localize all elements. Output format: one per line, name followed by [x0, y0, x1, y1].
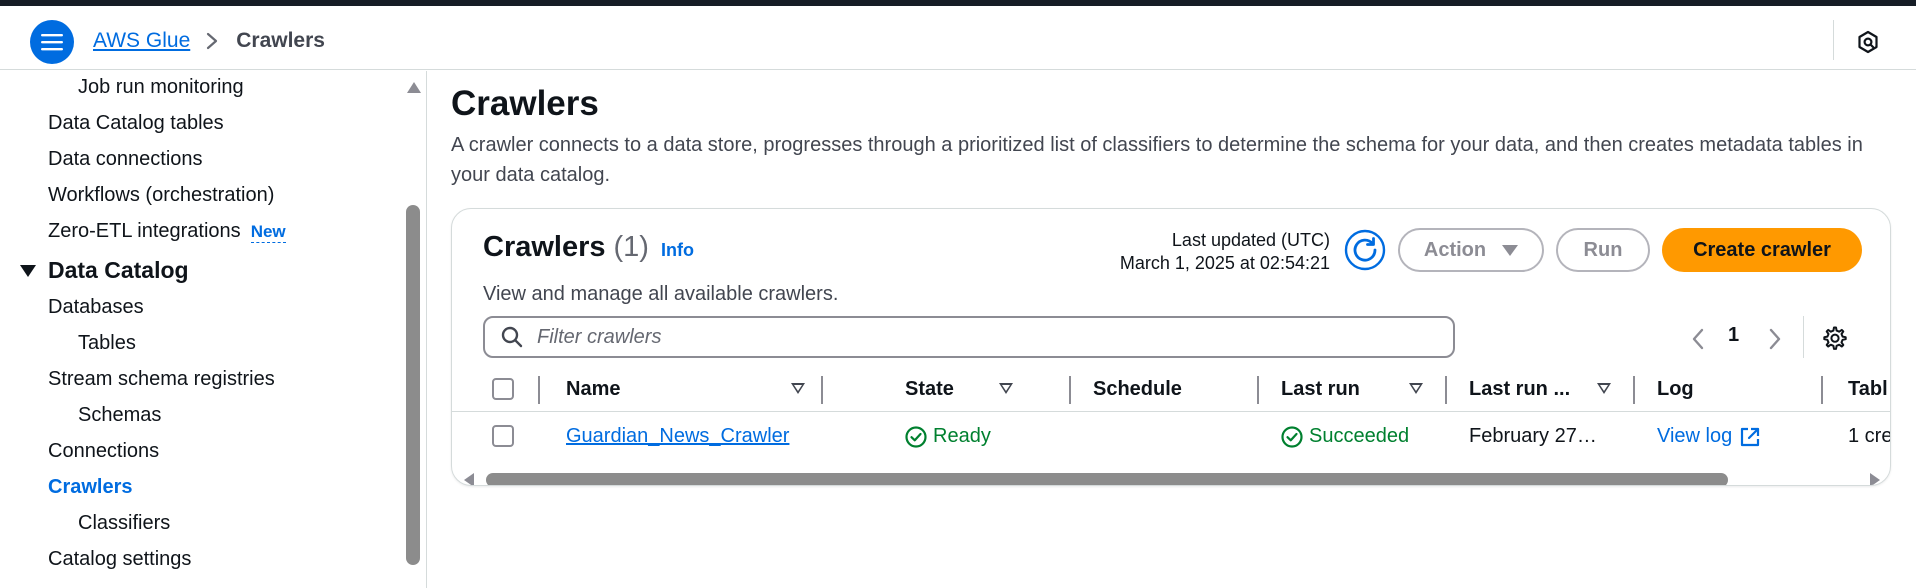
nav-item-databases[interactable]: Databases: [48, 296, 144, 319]
crawler-last-run-timestamp: February 27…: [1469, 425, 1597, 447]
filter-crawlers-input[interactable]: [537, 325, 1417, 349]
column-header-name[interactable]: Name: [566, 378, 620, 401]
refresh-button[interactable]: [1343, 228, 1387, 272]
sidebar-scroll-up-arrow[interactable]: [407, 82, 421, 93]
column-divider[interactable]: [1445, 376, 1447, 404]
nav-item-schemas[interactable]: Schemas: [78, 404, 161, 427]
header-divider: [1833, 20, 1834, 60]
crawlers-count: (1): [613, 231, 649, 263]
chevron-left-icon: [1692, 328, 1704, 350]
sort-icon[interactable]: [999, 383, 1013, 394]
breadcrumb-current: Crawlers: [236, 29, 325, 52]
caret-down-icon: [1502, 244, 1519, 256]
pagination-divider: [1803, 316, 1804, 358]
crawler-state: Ready: [905, 425, 991, 448]
nav-section-data-catalog[interactable]: Data Catalog: [20, 257, 189, 284]
success-check-icon: [905, 425, 927, 448]
nav-item-tables[interactable]: Tables: [78, 332, 136, 355]
chevron-right-icon: [206, 32, 218, 50]
nav-item-stream-schema-registries[interactable]: Stream schema registries: [48, 368, 275, 391]
hamburger-menu-icon: [41, 34, 63, 51]
external-link-icon: [1741, 427, 1760, 446]
page-description: A crawler connects to a data store, prog…: [451, 134, 1863, 186]
crawlers-description: View and manage all available crawlers.: [483, 283, 839, 305]
nav-item-zero-etl-integrations[interactable]: Zero-ETL integrations New: [48, 220, 286, 243]
table-preferences-button[interactable]: [1820, 324, 1848, 352]
column-header-log: Log: [1657, 378, 1694, 400]
side-navigation: Job run monitoring Data Catalog tables D…: [6, 71, 426, 588]
page-title: Crawlers: [451, 84, 599, 123]
action-label: Action: [1423, 238, 1487, 261]
breadcrumb: AWS Glue Crawlers: [93, 26, 325, 56]
breadcrumb-aws-glue[interactable]: AWS Glue: [93, 29, 190, 53]
nav-item-crawlers[interactable]: Crawlers: [48, 476, 133, 499]
column-divider[interactable]: [1257, 376, 1259, 404]
pagination-next[interactable]: [1763, 325, 1787, 353]
nav-item-workflows[interactable]: Workflows (orchestration): [48, 184, 274, 207]
horizontal-scroll-right-arrow[interactable]: [1870, 473, 1880, 485]
select-all-checkbox[interactable]: [492, 378, 514, 400]
last-updated: Last updated (UTC) March 1, 2025 at 02:5…: [1120, 229, 1330, 275]
hamburger-menu-button[interactable]: [30, 20, 74, 64]
column-divider[interactable]: [1821, 376, 1823, 404]
crawlers-title: Crawlers: [483, 231, 606, 263]
sidebar-divider: [426, 71, 427, 588]
nav-item-connections[interactable]: Connections: [48, 440, 159, 463]
top-header: AWS Glue Crawlers: [0, 6, 1916, 70]
nav-section-label: Data Catalog: [48, 257, 189, 283]
success-check-icon: [1281, 425, 1303, 448]
nav-item-catalog-settings[interactable]: Catalog settings: [48, 548, 191, 571]
column-divider[interactable]: [821, 376, 823, 404]
row-select-checkbox[interactable]: [492, 425, 514, 447]
crawler-table-changes: 1 cre: [1848, 425, 1891, 447]
crawler-name-link[interactable]: Guardian_News_Crawler: [566, 425, 789, 448]
notifications-button[interactable]: [1852, 26, 1884, 58]
action-dropdown-button[interactable]: Action: [1398, 228, 1544, 272]
nav-item-job-run-monitoring[interactable]: Job run monitoring: [78, 76, 244, 99]
column-header-last-run-timestamp[interactable]: Last run ...: [1469, 378, 1570, 401]
horizontal-scroll-left-arrow[interactable]: [464, 473, 474, 485]
run-button[interactable]: Run: [1556, 228, 1650, 272]
column-divider[interactable]: [1069, 376, 1071, 404]
column-divider: [538, 376, 540, 404]
nav-item-data-connections[interactable]: Data connections: [48, 148, 203, 171]
refresh-icon: [1344, 229, 1386, 271]
column-header-schedule: Schedule: [1093, 378, 1182, 400]
horizontal-scrollbar-thumb[interactable]: [486, 473, 1728, 485]
search-icon: [501, 326, 523, 348]
pagination-page-1[interactable]: 1: [1728, 324, 1739, 347]
view-log-text: View log: [1657, 425, 1733, 447]
sidebar-scrollbar-thumb[interactable]: [406, 205, 420, 565]
gear-icon: [1823, 326, 1847, 350]
notifications-icon: [1858, 30, 1878, 54]
column-header-state[interactable]: State: [905, 378, 954, 401]
filter-crawlers-field[interactable]: [483, 316, 1455, 358]
crawler-state-text: Ready: [933, 425, 991, 447]
view-log-link[interactable]: View log: [1657, 425, 1760, 448]
sort-icon[interactable]: [1597, 383, 1611, 394]
nav-item-data-catalog-tables[interactable]: Data Catalog tables: [48, 112, 224, 135]
table-header-row: Name State Schedule Last run Last run ..…: [452, 366, 1890, 412]
create-crawler-button[interactable]: Create crawler: [1662, 228, 1862, 272]
crawler-last-run-text: Succeeded: [1309, 425, 1410, 447]
crawler-last-run: Succeeded: [1281, 425, 1409, 448]
column-header-last-run[interactable]: Last run: [1281, 378, 1360, 401]
caret-down-icon: [20, 264, 36, 277]
new-badge: New: [250, 222, 286, 243]
chevron-right-icon: [1769, 328, 1781, 350]
pagination-previous[interactable]: [1686, 325, 1710, 353]
sort-icon[interactable]: [791, 383, 805, 394]
crawlers-table-container: Crawlers (1) Info View and manage all av…: [451, 208, 1891, 486]
table-row: Guardian_News_Crawler Ready Succeeded Fe…: [452, 413, 1891, 459]
nav-item-classifiers[interactable]: Classifiers: [78, 512, 170, 535]
last-updated-value: March 1, 2025 at 02:54:21: [1119, 253, 1330, 273]
info-link[interactable]: Info: [661, 240, 694, 261]
nav-item-label: Zero-ETL integrations: [48, 220, 241, 242]
last-updated-label: Last updated (UTC): [1171, 230, 1330, 250]
column-header-table-changes[interactable]: Tabl: [1848, 378, 1888, 401]
sort-icon[interactable]: [1409, 383, 1423, 394]
column-divider[interactable]: [1633, 376, 1635, 404]
crawlers-header: Crawlers (1) Info: [483, 231, 694, 264]
